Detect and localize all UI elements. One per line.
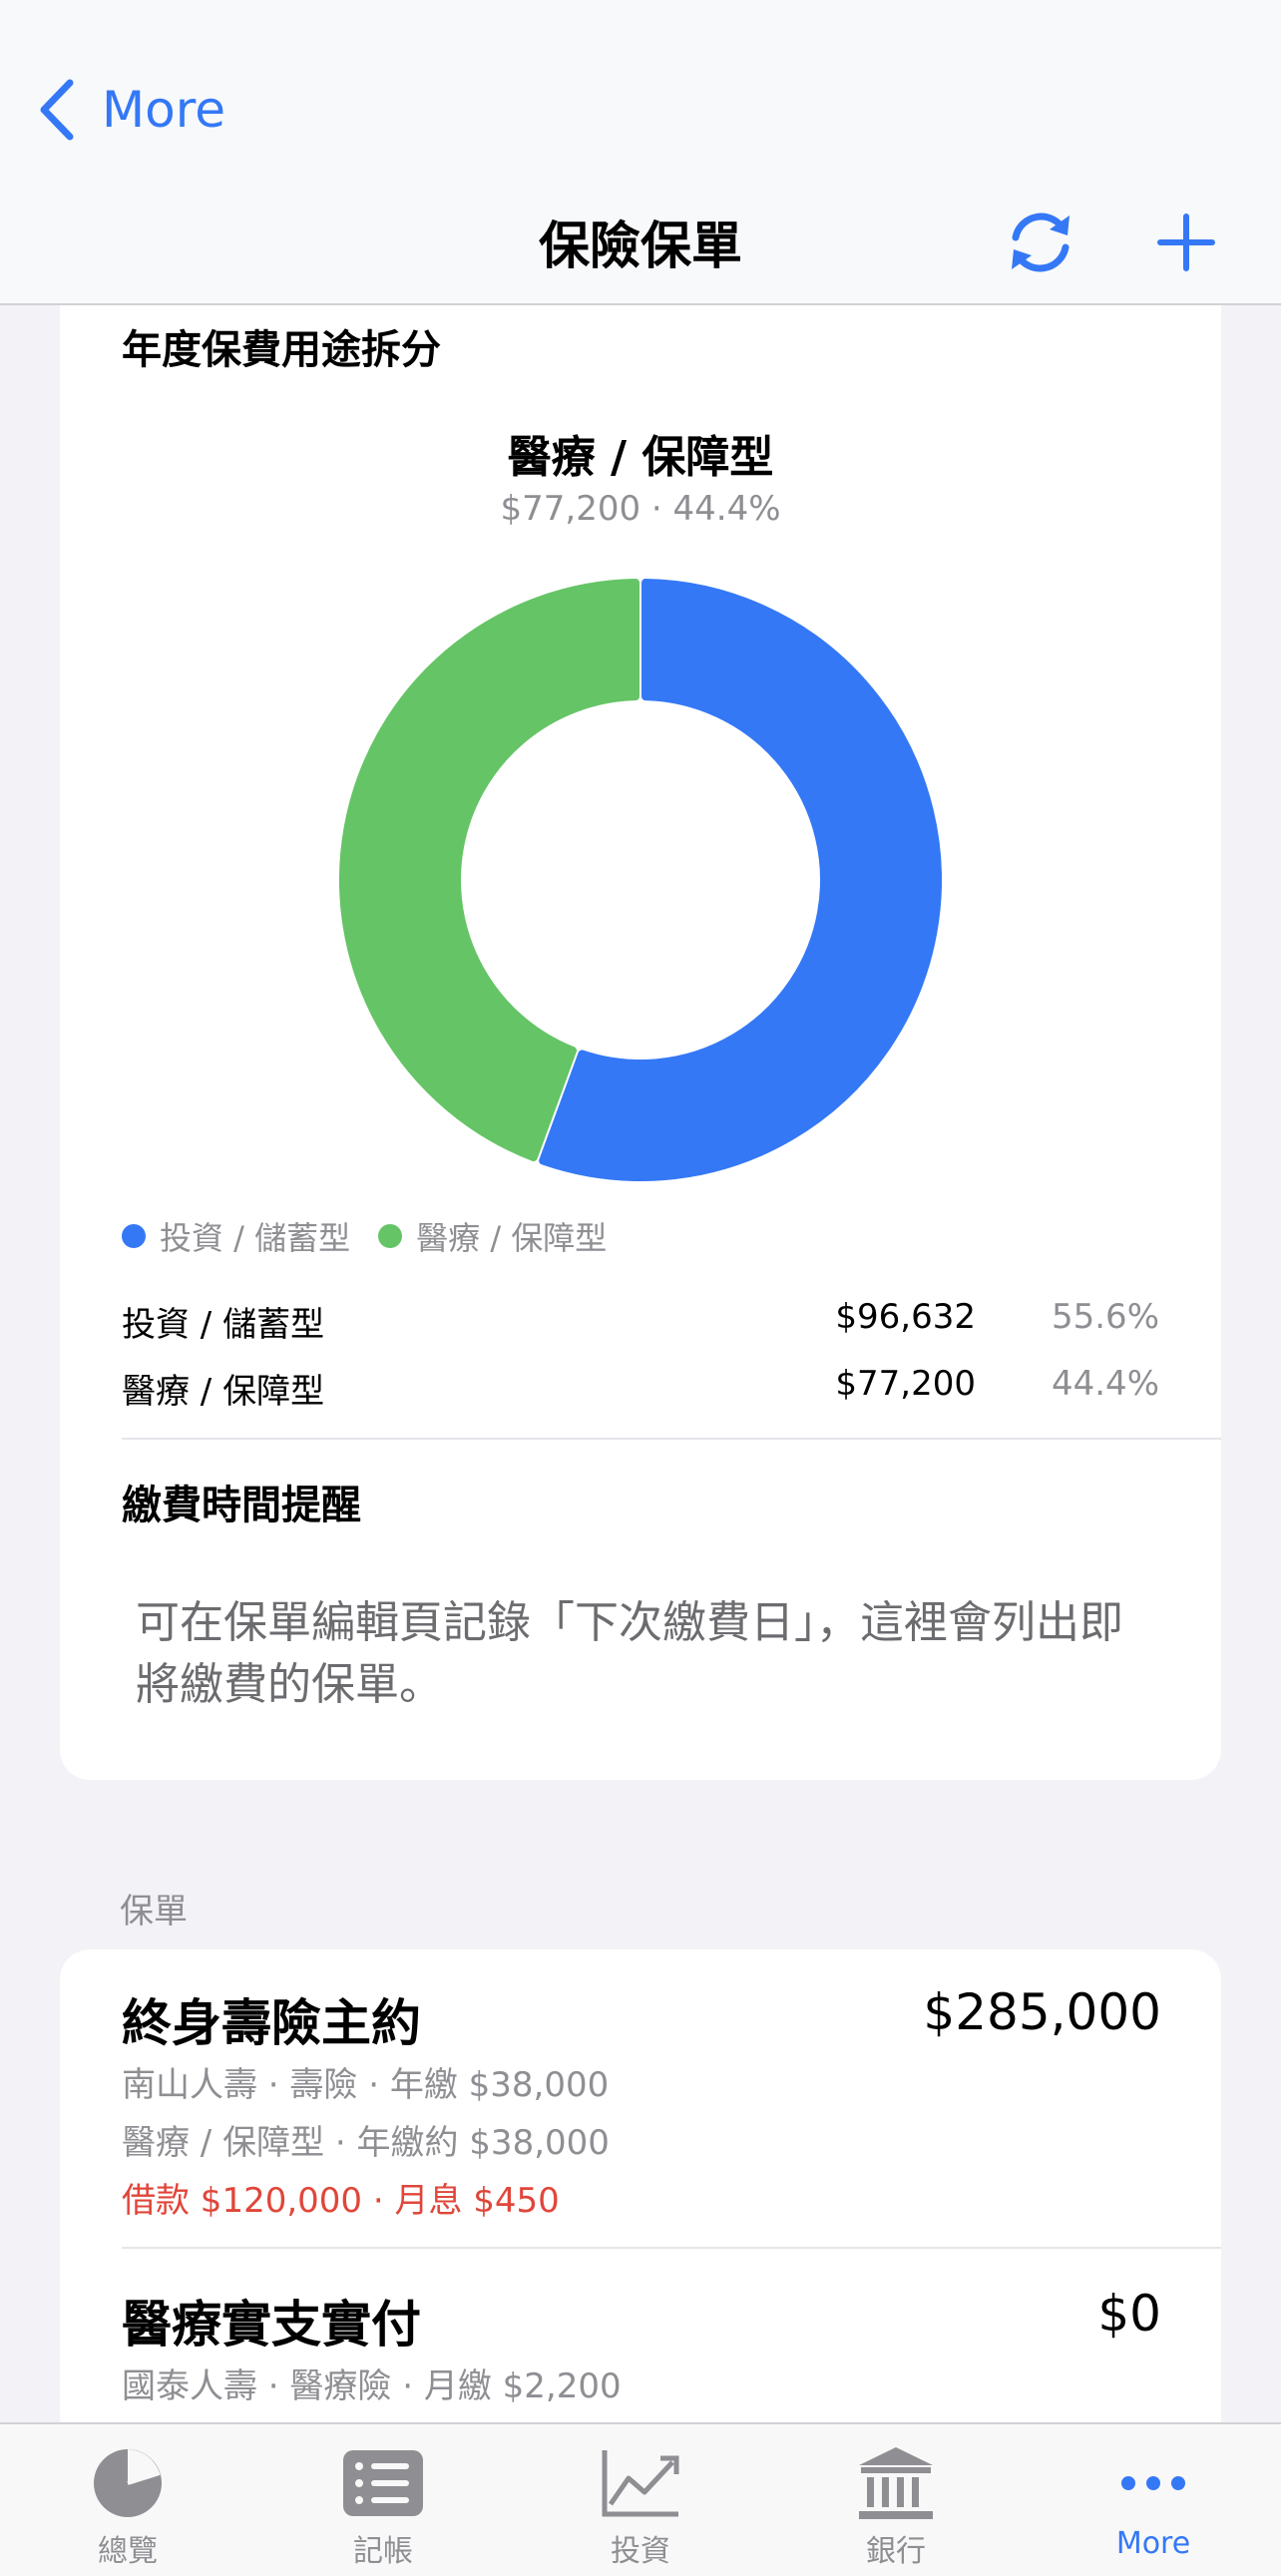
breakdown-section-title: 年度保費用途拆分 [122, 327, 441, 373]
tab-label: 投資 [611, 2534, 670, 2569]
navigation-bar: More 保險保單 [0, 0, 1281, 305]
sync-icon [1012, 213, 1069, 272]
divider [122, 1438, 1221, 1440]
back-button[interactable]: More [36, 72, 225, 148]
tab-label: 總覽 [98, 2534, 158, 2569]
tab-label: 記帳 [353, 2534, 413, 2569]
policies-section-header: 保單 [120, 1892, 188, 1932]
tab-investment[interactable]: 投資 [513, 2424, 768, 2576]
chart-legend: 投資 / 儲蓄型 醫療 / 保障型 [122, 1213, 635, 1259]
legend-dot-green [378, 1224, 403, 1248]
reminder-text: 可在保單編輯頁記錄「下次繳費日」，這裡會列出即將繳費的保單。 [136, 1597, 1123, 1710]
tab-ledger[interactable]: 記帳 [255, 2424, 511, 2576]
tab-bar: 總覽 記帳 投資 銀行 More [0, 2422, 1281, 2576]
chart-selected-title: 醫療 / 保障型 [507, 432, 774, 483]
bank-icon [859, 2447, 933, 2519]
page-title: 保險保單 [538, 217, 742, 276]
tab-more[interactable]: More [1026, 2424, 1281, 2576]
list-icon [343, 2450, 423, 2516]
legend-item-invest: 投資 / 儲蓄型 [122, 1213, 350, 1259]
policy-amount: $0 [1097, 2285, 1161, 2343]
reminder-section-title: 繳費時間提醒 [122, 1483, 361, 1528]
breakdown-row: 醫療 / 保障型 $77,200 44.4% [122, 1364, 1159, 1414]
premium-breakdown-card: 年度保費用途拆分 醫療 / 保障型 $77,200 · 44.4% 投資 / 儲… [60, 249, 1221, 1780]
breakdown-name: 醫療 / 保障型 [122, 1372, 325, 1412]
legend-dot-blue [122, 1224, 146, 1248]
chart-selected-subtitle: $77,200 · 44.4% [500, 489, 781, 529]
add-button[interactable] [1145, 202, 1227, 283]
more-icon [1121, 2476, 1185, 2490]
policy-name: 終身壽險主約 [122, 1994, 421, 2052]
breakdown-row: 投資 / 儲蓄型 $96,632 55.6% [122, 1297, 1159, 1347]
breakdown-percent: 55.6% [1051, 1297, 1159, 1337]
line-chart-icon [602, 2450, 679, 2517]
policy-detail: 國泰人壽 · 醫療險 · 月繳 $2,200 [122, 2366, 622, 2406]
policy-detail: 南山人壽 · 壽險 · 年繳 $38,000 [122, 2065, 610, 2105]
legend-label: 投資 / 儲蓄型 [160, 1219, 351, 1257]
tab-overview[interactable]: 總覽 [0, 2424, 255, 2576]
chevron-left-icon [40, 79, 74, 141]
pie-chart-icon [94, 2449, 162, 2517]
divider [122, 2247, 1221, 2249]
sync-button[interactable] [1000, 202, 1081, 283]
policy-name: 醫療實支實付 [122, 2296, 421, 2354]
plus-icon [1157, 214, 1215, 271]
policy-category: 醫療 / 保障型 · 年繳約 $38,000 [122, 2123, 610, 2163]
back-label: More [102, 81, 225, 139]
policy-amount: $285,000 [923, 1983, 1161, 2041]
tab-label: More [1115, 2526, 1191, 2561]
policy-loan: 借款 $120,000 · 月息 $450 [122, 2181, 560, 2221]
legend-label: 醫療 / 保障型 [416, 1219, 608, 1257]
breakdown-amount: $96,632 [835, 1297, 976, 1337]
donut-chart[interactable] [339, 579, 942, 1181]
tab-label: 銀行 [866, 2534, 926, 2569]
breakdown-percent: 44.4% [1051, 1364, 1159, 1404]
breakdown-amount: $77,200 [835, 1364, 976, 1404]
legend-item-medical: 醫療 / 保障型 [378, 1213, 607, 1259]
breakdown-name: 投資 / 儲蓄型 [122, 1305, 325, 1345]
tab-bank[interactable]: 銀行 [768, 2424, 1024, 2576]
